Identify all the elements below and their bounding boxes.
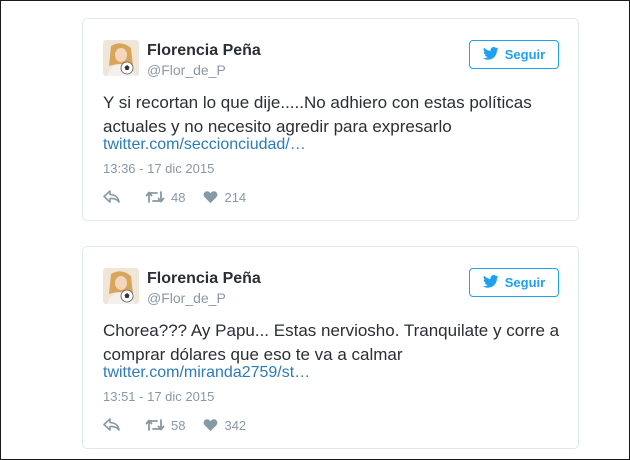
retweet-icon: [145, 190, 165, 204]
retweet-count: 58: [171, 417, 186, 433]
reply-button[interactable]: [103, 190, 121, 204]
twitter-bird-icon: [482, 46, 499, 63]
retweet-icon: [145, 418, 165, 432]
reply-icon: [103, 418, 121, 432]
retweet-count: 48: [171, 189, 186, 205]
author-handle[interactable]: @Flor_de_P: [147, 62, 226, 78]
reply-button[interactable]: [103, 418, 121, 432]
author-name[interactable]: Florencia Peña: [147, 42, 261, 60]
tweet-link[interactable]: twitter.com/seccionciudad/…: [103, 136, 306, 154]
like-count: 342: [224, 417, 247, 433]
follow-label: Seguir: [504, 275, 546, 290]
tweet-link[interactable]: twitter.com/miranda2759/st…: [103, 364, 310, 382]
heart-icon: [203, 418, 218, 432]
tweet-text: Chorea??? Ay Papu... Estas nerviosho. Tr…: [103, 321, 560, 364]
tweet-card: Florencia Peña @Flor_de_P Seguir Chorea?…: [82, 246, 579, 449]
follow-button[interactable]: Seguir: [469, 40, 559, 69]
tweet-timestamp[interactable]: 13:51 - 17 dic 2015: [103, 389, 214, 404]
reply-icon: [103, 190, 121, 204]
avatar[interactable]: [103, 40, 139, 76]
follow-button[interactable]: Seguir: [469, 268, 559, 297]
twitter-bird-icon: [482, 274, 499, 291]
follow-label: Seguir: [504, 47, 546, 62]
like-button[interactable]: 214: [203, 190, 246, 205]
tweet-text: Y si recortan lo que dije.....No adhiero…: [103, 93, 532, 136]
like-count: 214: [224, 189, 247, 205]
like-button[interactable]: 342: [203, 418, 246, 433]
avatar[interactable]: [103, 268, 139, 304]
author-name[interactable]: Florencia Peña: [147, 270, 261, 288]
heart-icon: [203, 190, 218, 204]
author-handle[interactable]: @Flor_de_P: [147, 290, 226, 306]
tweet-card: Florencia Peña @Flor_de_P Seguir Y si re…: [82, 18, 579, 221]
retweet-button[interactable]: 58: [145, 418, 185, 433]
tweet-timestamp[interactable]: 13:36 - 17 dic 2015: [103, 161, 214, 176]
tweet-actions: 58 342: [103, 415, 246, 435]
retweet-button[interactable]: 48: [145, 190, 185, 205]
tweet-actions: 48 214: [103, 187, 246, 207]
